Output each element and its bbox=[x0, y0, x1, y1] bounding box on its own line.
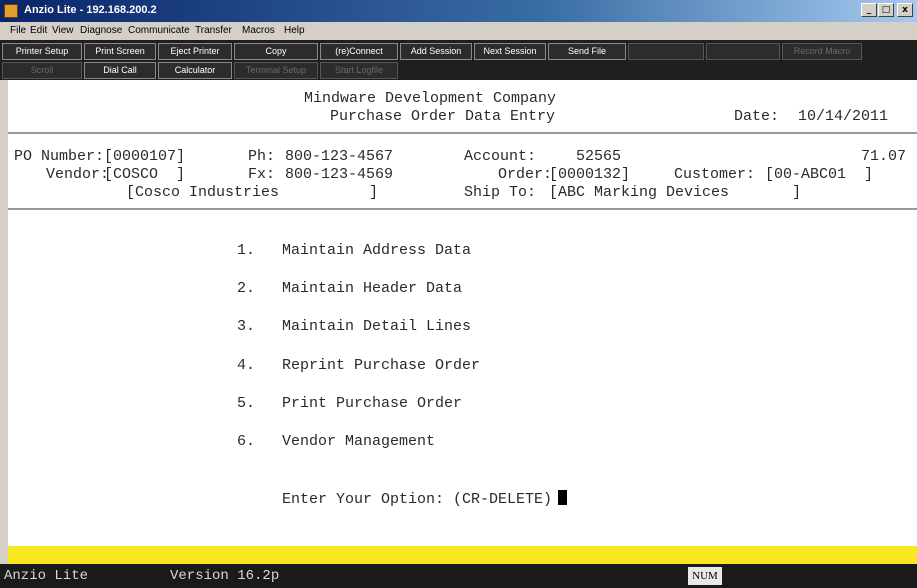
start-logfile-button[interactable]: Start Logfile bbox=[320, 62, 398, 79]
title-bar: Anzio Lite - 192.168.200.2 _ □ x bbox=[0, 0, 917, 22]
record-macro-button[interactable]: Record Macro bbox=[782, 43, 862, 60]
option-2-number: 2. bbox=[237, 280, 256, 297]
menu-edit[interactable]: Edit bbox=[30, 25, 47, 36]
phone-value: 800-123-4567 bbox=[285, 148, 394, 165]
amount-value: 71.07 bbox=[861, 148, 907, 165]
option-5-number: 5. bbox=[237, 395, 256, 412]
menu-macros[interactable]: Macros bbox=[242, 25, 275, 36]
minimize-button[interactable]: _ bbox=[861, 3, 877, 17]
eject-printer-button[interactable]: Eject Printer bbox=[158, 43, 232, 60]
num-lock-indicator: NUM bbox=[688, 567, 722, 585]
print-screen-button[interactable]: Print Screen bbox=[84, 43, 156, 60]
customer-label: Customer: bbox=[674, 166, 756, 183]
header-separator-bottom bbox=[8, 208, 917, 210]
menu-diagnose[interactable]: Diagnose bbox=[80, 25, 122, 36]
date-value: 10/14/2011 bbox=[798, 108, 889, 125]
option-maintain-address-data[interactable]: Maintain Address Data bbox=[282, 242, 471, 259]
menu-view[interactable]: View bbox=[52, 25, 74, 36]
message-line bbox=[8, 546, 917, 564]
window-title: Anzio Lite - 192.168.200.2 bbox=[24, 4, 157, 16]
customer-field: [00-ABC01 ] bbox=[765, 166, 874, 183]
send-file-button[interactable]: Send File bbox=[548, 43, 626, 60]
copy-button[interactable]: Copy bbox=[234, 43, 318, 60]
text-cursor bbox=[558, 490, 568, 505]
terminal-setup-button[interactable]: Terminal Setup bbox=[234, 62, 318, 79]
ship-to-label: Ship To: bbox=[464, 184, 537, 201]
menu-bar: File Edit View Diagnose Communicate Tran… bbox=[0, 22, 917, 40]
option-vendor-management[interactable]: Vendor Management bbox=[282, 433, 435, 450]
vendor-code-field: [COSCO ] bbox=[104, 166, 186, 183]
terminal-screen[interactable]: Mindware Development Company Purchase Or… bbox=[8, 80, 917, 564]
po-number-field: [0000107] bbox=[104, 148, 186, 165]
vendor-name-field: [Cosco Industries ] bbox=[126, 184, 379, 201]
header-separator-top bbox=[8, 132, 917, 134]
scroll-button[interactable]: Scroll bbox=[2, 62, 82, 79]
status-version: Version 16.2p bbox=[170, 568, 280, 584]
close-button[interactable]: x bbox=[897, 3, 913, 17]
option-reprint-purchase-order[interactable]: Reprint Purchase Order bbox=[282, 357, 480, 374]
phone-label: Ph: bbox=[248, 148, 276, 165]
screen-title: Purchase Order Data Entry bbox=[330, 108, 556, 125]
reconnect-button[interactable]: (re)Connect bbox=[320, 43, 398, 60]
fax-value: 800-123-4569 bbox=[285, 166, 394, 183]
option-6-number: 6. bbox=[237, 433, 256, 450]
window-left-edge bbox=[0, 80, 8, 564]
option-4-number: 4. bbox=[237, 357, 256, 374]
po-number-label: PO Number: bbox=[14, 148, 105, 165]
order-label: Order: bbox=[498, 166, 553, 183]
status-product: Anzio Lite bbox=[4, 568, 89, 584]
status-bar: Anzio Lite Version 16.2p NUM bbox=[0, 564, 917, 588]
date-label: Date: bbox=[734, 108, 780, 125]
toolbar: Printer Setup Print Screen Eject Printer… bbox=[0, 40, 917, 80]
option-prompt-text: Enter Your Option: (CR-DELETE) bbox=[282, 491, 553, 508]
add-session-button[interactable]: Add Session bbox=[400, 43, 472, 60]
option-1-number: 1. bbox=[237, 242, 256, 259]
app-icon bbox=[4, 4, 18, 18]
receive-file-button[interactable] bbox=[628, 43, 704, 60]
printer-setup-button[interactable]: Printer Setup bbox=[2, 43, 82, 60]
option-3-number: 3. bbox=[237, 318, 256, 335]
vendor-label: Vendor: bbox=[46, 166, 110, 183]
toolbar-disabled-button[interactable] bbox=[706, 43, 780, 60]
maximize-button[interactable]: □ bbox=[878, 3, 894, 17]
account-label: Account: bbox=[464, 148, 537, 165]
fax-label: Fx: bbox=[248, 166, 276, 183]
menu-communicate[interactable]: Communicate bbox=[128, 25, 190, 36]
ship-to-field: [ABC Marking Devices ] bbox=[549, 184, 802, 201]
menu-transfer[interactable]: Transfer bbox=[195, 25, 232, 36]
order-field: [0000132] bbox=[549, 166, 631, 183]
menu-help[interactable]: Help bbox=[284, 25, 305, 36]
dial-call-button[interactable]: Dial Call bbox=[84, 62, 156, 79]
calculator-button[interactable]: Calculator bbox=[158, 62, 232, 79]
account-value: 52565 bbox=[576, 148, 622, 165]
next-session-button[interactable]: Next Session bbox=[474, 43, 546, 60]
option-maintain-header-data[interactable]: Maintain Header Data bbox=[282, 280, 462, 297]
option-maintain-detail-lines[interactable]: Maintain Detail Lines bbox=[282, 318, 471, 335]
option-prompt[interactable]: Enter Your Option: (CR-DELETE) bbox=[282, 490, 568, 508]
menu-file[interactable]: File bbox=[10, 25, 26, 36]
company-name: Mindware Development Company bbox=[304, 90, 557, 107]
option-print-purchase-order[interactable]: Print Purchase Order bbox=[282, 395, 462, 412]
